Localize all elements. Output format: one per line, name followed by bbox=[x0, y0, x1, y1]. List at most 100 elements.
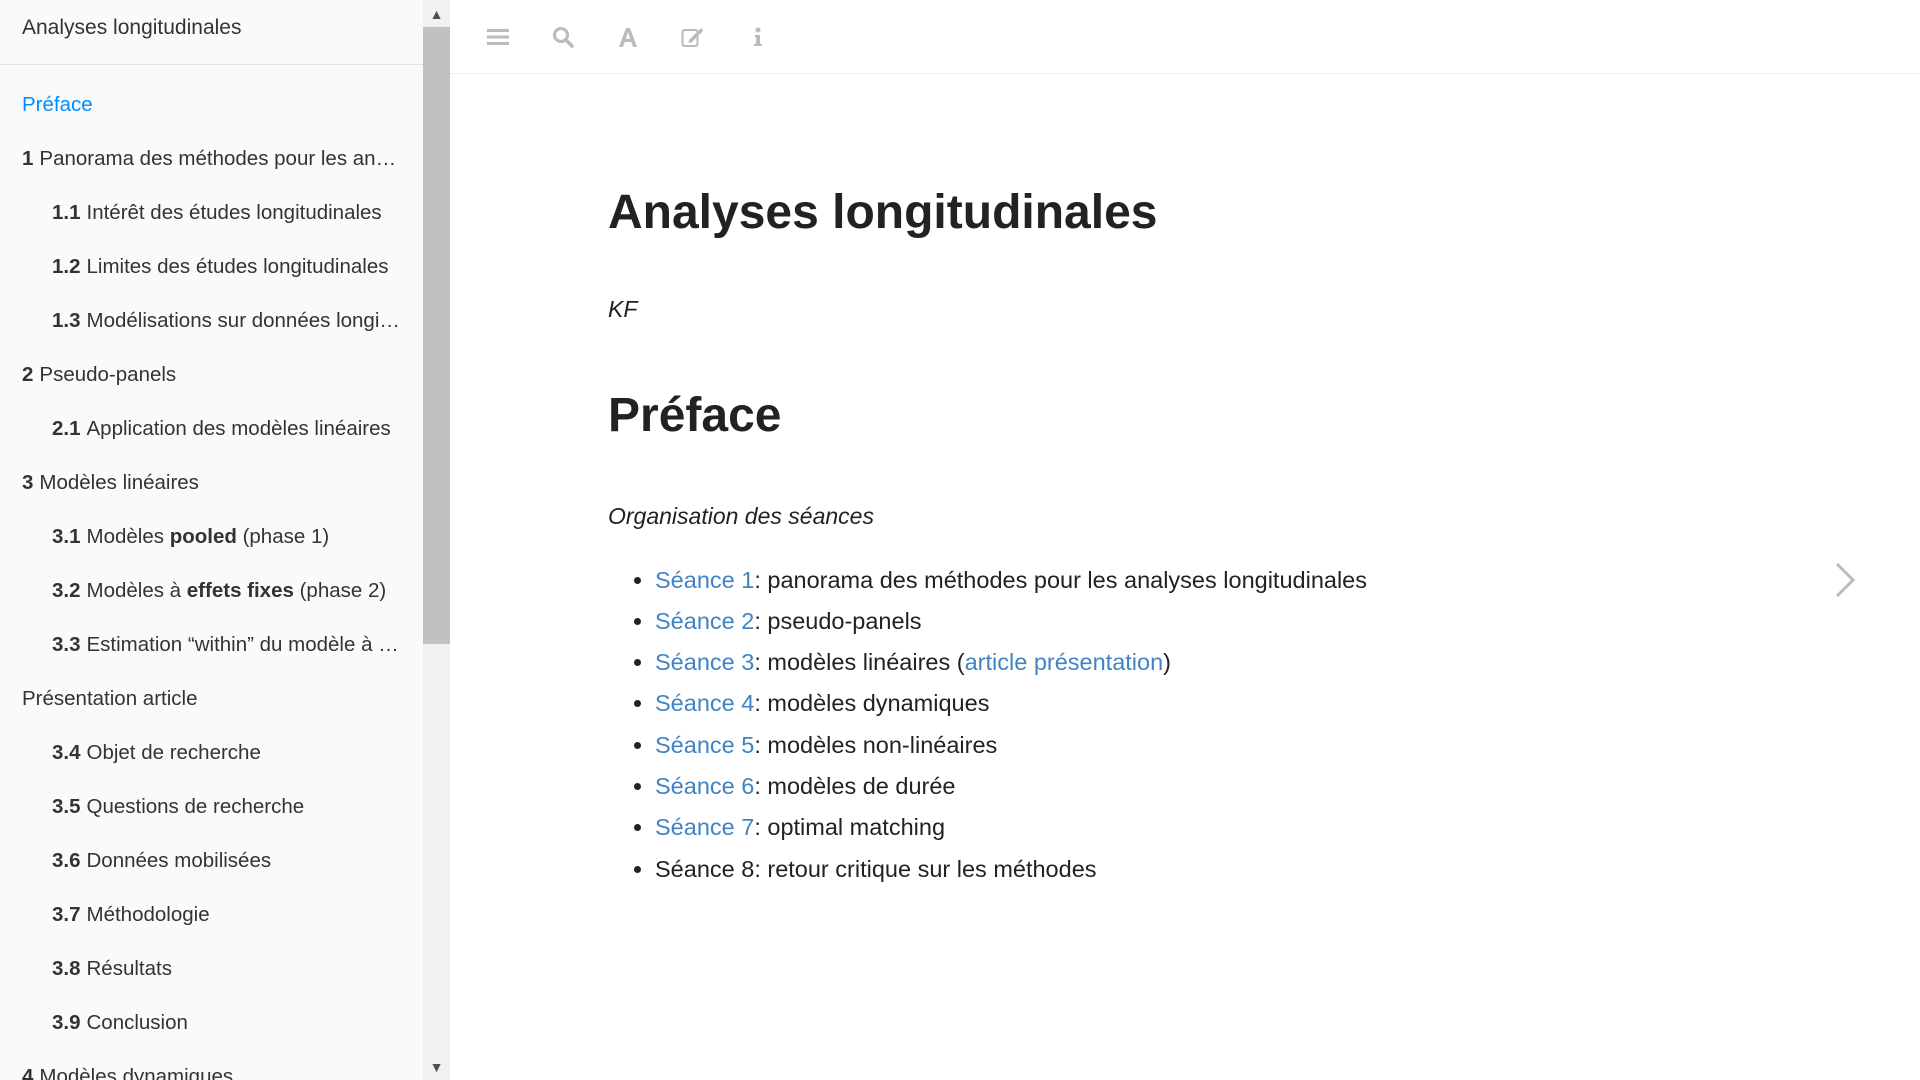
toc-item-label: Résultats bbox=[86, 957, 172, 980]
toc-item[interactable]: 3.3 Estimation “within” du modèle à effet… bbox=[0, 618, 423, 672]
next-page-chevron-icon[interactable] bbox=[1829, 560, 1861, 600]
author: KF bbox=[608, 295, 638, 322]
toc-item-label: Panorama des méthodes pour les analyses … bbox=[39, 147, 423, 170]
toc-item[interactable]: 3.5 Questions de recherche bbox=[0, 780, 423, 834]
session-label: Séance 8 bbox=[655, 855, 755, 882]
sidebar: Analyses longitudinales Préface 1 Panorama… bbox=[0, 0, 424, 1080]
toc-item-label-suffix: (phase 1) bbox=[236, 525, 330, 548]
toc-item-number: 3 bbox=[22, 471, 34, 494]
session-link[interactable]: Séance 2 bbox=[655, 608, 754, 634]
toc-item-label: Application des modèles linéaires bbox=[86, 417, 391, 440]
session-item: Séance 8: retour critique sur les méthod… bbox=[655, 849, 1608, 890]
toc-item-label-bold: effets fixes bbox=[186, 579, 294, 602]
session-description-suffix: ) bbox=[1163, 649, 1171, 676]
scroll-up-arrow-icon[interactable]: ▲ bbox=[423, 0, 450, 27]
toc-item-label: Objet de recherche bbox=[86, 741, 261, 764]
toolbar bbox=[450, 0, 1920, 74]
session-link[interactable]: Séance 3 bbox=[655, 649, 754, 675]
session-description: : optimal matching bbox=[754, 814, 946, 841]
toc-item[interactable]: 3.8 Résultats bbox=[0, 942, 423, 996]
toc-item[interactable]: 3 Modèles linéaires bbox=[0, 456, 423, 510]
toc-item-number: 3.8 bbox=[52, 957, 81, 980]
font-icon[interactable] bbox=[612, 21, 644, 53]
toc-item[interactable]: Préface bbox=[0, 78, 423, 132]
sidebar-scrollbar[interactable]: ▲ ▼ bbox=[423, 0, 450, 1080]
session-description: : modèles non-linéaires bbox=[754, 731, 998, 758]
session-link[interactable]: Séance 4 bbox=[655, 690, 754, 716]
article-presentation-link[interactable]: article présentation bbox=[965, 649, 1164, 675]
toc-item[interactable]: 3.6 Données mobilisées bbox=[0, 834, 423, 888]
session-item: Séance 2: pseudo-panels bbox=[655, 601, 1608, 642]
toc-item-number: 3.5 bbox=[52, 795, 81, 818]
session-description: : pseudo-panels bbox=[754, 607, 922, 634]
toc-item[interactable]: 4 Modèles dynamiques bbox=[0, 1050, 423, 1080]
toc-item-label: Limites des études longitudinales bbox=[86, 255, 389, 278]
toc-item[interactable]: 3.7 Méthodologie bbox=[0, 888, 423, 942]
toc-item-label: Conclusion bbox=[86, 1011, 188, 1034]
session-item: Séance 7: optimal matching bbox=[655, 807, 1608, 848]
session-item: Séance 1: panorama des méthodes pour les… bbox=[655, 560, 1608, 601]
toc-item[interactable]: 1Panorama des méthodes pour les analyses… bbox=[0, 132, 423, 186]
session-item: Séance 4: modèles dynamiques bbox=[655, 683, 1608, 724]
toc-item-number: 3.3 bbox=[52, 633, 81, 656]
sessions-list: Séance 1: panorama des méthodes pour les… bbox=[608, 560, 1608, 890]
menu-icon[interactable] bbox=[482, 21, 514, 53]
toc-item[interactable]: 1.3Modélisations sur données longitudina… bbox=[0, 294, 423, 348]
session-description: : modèles dynamiques bbox=[754, 690, 990, 717]
session-link[interactable]: Séance 1 bbox=[655, 567, 754, 593]
toc-item-label: Questions de recherche bbox=[86, 795, 305, 818]
book-title[interactable]: Analyses longitudinales bbox=[0, 0, 423, 65]
scrollbar-thumb[interactable] bbox=[423, 27, 450, 644]
toc-item[interactable]: 1.2 Limites des études longitudinales bbox=[0, 240, 423, 294]
toc-item[interactable]: 3.2 Modèles à effets fixes (phase 2) bbox=[0, 564, 423, 618]
toc-item[interactable]: 2.1 Application des modèles linéaires bbox=[0, 402, 423, 456]
session-item: Séance 6: modèles de durée bbox=[655, 766, 1608, 807]
toc-item-number: 3.6 bbox=[52, 849, 81, 872]
session-item: Séance 5: modèles non-linéaires bbox=[655, 725, 1608, 766]
session-item: Séance 3: modèles linéaires (article pré… bbox=[655, 642, 1608, 683]
toc-item-label: Données mobilisées bbox=[86, 849, 272, 872]
toc-item-number: 4 bbox=[22, 1065, 34, 1080]
toc-item-number: 2 bbox=[22, 363, 34, 386]
session-link[interactable]: Séance 6 bbox=[655, 773, 754, 799]
session-description: : modèles linéaires ( bbox=[754, 649, 965, 676]
session-description: : retour critique sur les méthodes bbox=[754, 855, 1097, 882]
toc-item[interactable]: 1.1 Intérêt des études longitudinales bbox=[0, 186, 423, 240]
search-icon[interactable] bbox=[547, 21, 579, 53]
toc-item-number: 1.2 bbox=[52, 255, 81, 278]
edit-icon[interactable] bbox=[677, 21, 709, 53]
info-icon[interactable] bbox=[742, 21, 774, 53]
toc-item[interactable]: 2 Pseudo-panels bbox=[0, 348, 423, 402]
toc-item-label: Intérêt des études longitudinales bbox=[86, 201, 382, 224]
toc-item-label: Modèles bbox=[86, 525, 170, 548]
toc-item[interactable]: 3.1 Modèles pooled (phase 1) bbox=[0, 510, 423, 564]
table-of-contents: Préface 1 Panorama des méthodes pour les a… bbox=[0, 65, 423, 1080]
toc-item-number: 3.1 bbox=[52, 525, 81, 548]
main-panel: Analyses longitudinales KF Préface Organ… bbox=[450, 0, 1920, 1080]
toc-item-number: 3.4 bbox=[52, 741, 81, 764]
toc-item-label: Estimation “within” du modèle à effets f… bbox=[86, 633, 424, 656]
toc-item[interactable]: 3.9 Conclusion bbox=[0, 996, 423, 1050]
session-description: : panorama des méthodes pour les analyse… bbox=[754, 566, 1367, 593]
toc-item-label: Modèles linéaires bbox=[39, 471, 199, 494]
toc-item-label: Pseudo-panels bbox=[39, 363, 177, 386]
toc-item-label: Modélisations sur données longitudinales bbox=[86, 309, 424, 332]
toc-item-number: 3.7 bbox=[52, 903, 81, 926]
toc-item-label-bold: pooled bbox=[169, 525, 237, 548]
toc-item-number: 3.9 bbox=[52, 1011, 81, 1034]
toc-item-label: Modèles à bbox=[86, 579, 187, 602]
scroll-down-arrow-icon[interactable]: ▼ bbox=[423, 1053, 450, 1080]
toc-item-label: Présentation article bbox=[22, 687, 198, 710]
session-link[interactable]: Séance 5 bbox=[655, 732, 754, 758]
toc-item-label: Préface bbox=[22, 93, 93, 116]
toc-item-number: 3.2 bbox=[52, 579, 81, 602]
session-description: : modèles de durée bbox=[754, 773, 956, 800]
toc-item-label: Méthodologie bbox=[86, 903, 210, 926]
toc-item[interactable]: Présentation article bbox=[0, 672, 423, 726]
toc-item[interactable]: 3.4 Objet de recherche bbox=[0, 726, 423, 780]
toc-item-label: Modèles dynamiques bbox=[39, 1065, 234, 1080]
page-content: Analyses longitudinales KF Préface Organ… bbox=[608, 74, 1608, 890]
toc-item-number: 1 bbox=[22, 147, 34, 170]
page-title: Analyses longitudinales bbox=[608, 186, 1158, 239]
session-link[interactable]: Séance 7 bbox=[655, 814, 754, 840]
